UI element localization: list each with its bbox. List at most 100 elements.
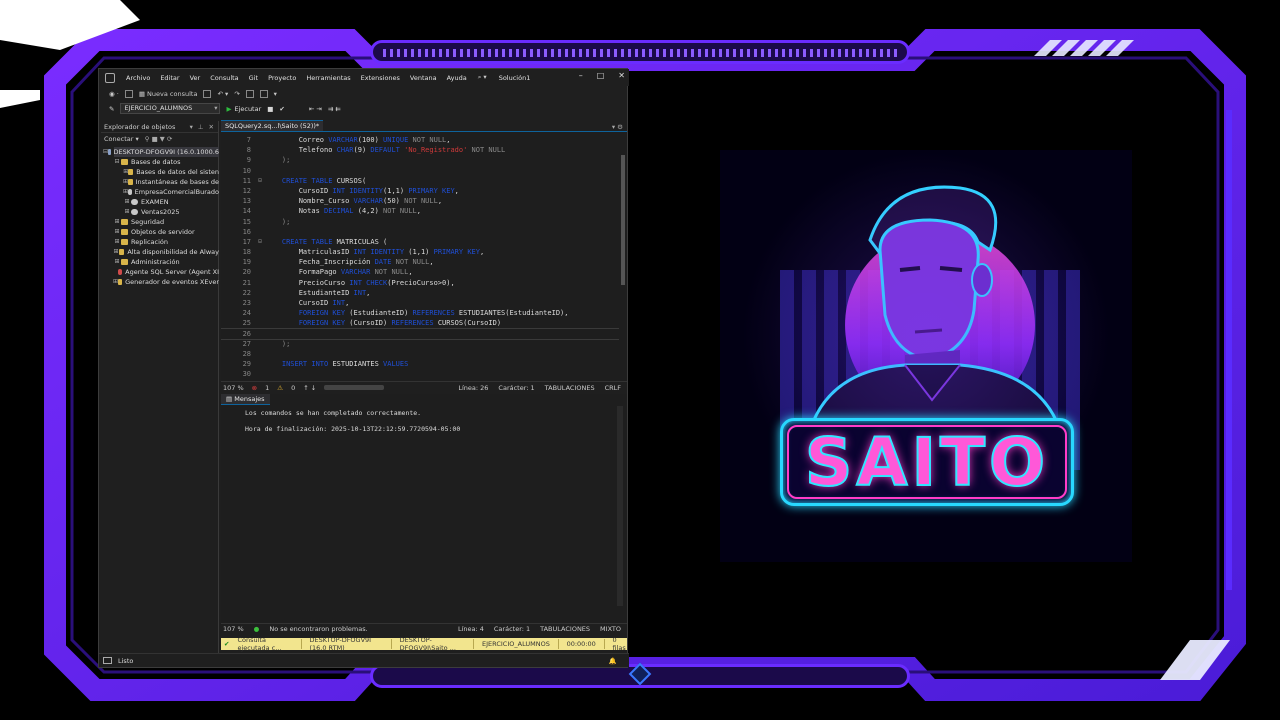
expand-icon[interactable]: ⊞: [113, 227, 121, 237]
tree-item[interactable]: ⊞ Replicación: [101, 237, 219, 247]
code-line[interactable]: 17 ⊟ CREATE TABLE MATRICULAS (: [221, 237, 621, 247]
code-line[interactable]: 23 CursoID INT,: [221, 298, 621, 308]
code-line[interactable]: 29 INSERT INTO ESTUDIANTES VALUES: [221, 359, 621, 369]
menu-extensiones[interactable]: Extensiones: [356, 74, 405, 82]
fold-icon[interactable]: [255, 359, 265, 369]
save-icon[interactable]: [124, 89, 133, 98]
fold-icon[interactable]: [255, 278, 265, 288]
tree-item[interactable]: ⊞ Objetos de servidor: [101, 227, 219, 237]
code-line[interactable]: 16: [221, 227, 621, 237]
dropdown-icon[interactable]: ▾: [190, 123, 193, 131]
expand-icon[interactable]: ⊞: [113, 237, 121, 247]
tree-item[interactable]: ⊟ DESKTOP-DFOGV9I (16.0.1000.6: [101, 147, 219, 157]
back-icon[interactable]: ◉ ·: [109, 90, 119, 98]
editor-horizontal-scrollbar[interactable]: [324, 385, 385, 390]
fold-icon[interactable]: [255, 308, 265, 318]
fold-icon[interactable]: ⊟: [255, 237, 265, 247]
tree-item[interactable]: ⊞ Bases de datos del sisten: [101, 167, 219, 177]
database-select[interactable]: EJERCICIO_ALUMNOS: [120, 103, 221, 114]
connect-dropdown[interactable]: Conectar ▾: [104, 135, 139, 143]
tree-item[interactable]: ⊞ Generador de eventos XEver: [101, 277, 219, 287]
fold-icon[interactable]: [255, 298, 265, 308]
fold-icon[interactable]: [255, 135, 265, 145]
code-line[interactable]: 7 Correo VARCHAR(100) UNIQUE NOT NULL,: [221, 135, 621, 145]
indent-icon[interactable]: ⇉ ⇇: [328, 105, 341, 113]
warning-icon[interactable]: ⚠: [277, 384, 283, 392]
new-query-button[interactable]: ▦ Nueva consulta: [139, 90, 198, 98]
fold-icon[interactable]: [255, 247, 265, 257]
tree-item[interactable]: ⊞ Seguridad: [101, 217, 219, 227]
code-line[interactable]: 21 PrecioCurso INT CHECK(PrecioCurso>0),: [221, 278, 621, 288]
parse-icon[interactable]: ✔: [279, 105, 284, 113]
tree-item[interactable]: Agente SQL Server (Agent XI: [101, 267, 219, 277]
tree-item[interactable]: ⊟ Bases de datos: [101, 157, 219, 167]
fold-icon[interactable]: [255, 155, 265, 165]
code-line[interactable]: 25 FOREIGN KEY (CursoID) REFERENCES CURS…: [221, 318, 621, 328]
code-line[interactable]: 11 ⊟ CREATE TABLE CURSOS(: [221, 176, 621, 186]
menu-ventana[interactable]: Ventana: [405, 74, 442, 82]
collapse-icon[interactable]: ⊟: [113, 157, 121, 167]
undo-icon[interactable]: ↶ ▾: [217, 90, 228, 98]
code-line[interactable]: 26: [221, 327, 621, 340]
code-line[interactable]: 12 CursoID INT IDENTITY(1,1) PRIMARY KEY…: [221, 186, 621, 196]
fold-icon[interactable]: [255, 206, 265, 216]
search-icon[interactable]: ⌕ ▾: [478, 73, 487, 82]
menu-consulta[interactable]: Consulta: [205, 74, 243, 82]
execute-button[interactable]: ▶ Ejecutar: [226, 105, 261, 113]
expand-icon[interactable]: ⊞: [113, 257, 121, 267]
menu-archivo[interactable]: Archivo: [121, 74, 155, 82]
code-line[interactable]: 8 Telefono CHAR(9) DEFAULT 'No_Registrad…: [221, 145, 621, 155]
fold-icon[interactable]: ⊟: [255, 176, 265, 186]
fold-icon[interactable]: [255, 329, 265, 339]
menu-ayuda[interactable]: Ayuda: [442, 74, 472, 82]
expand-icon[interactable]: ⊞: [123, 207, 131, 217]
close-panel-icon[interactable]: ✕: [209, 123, 214, 131]
code-line[interactable]: 30: [221, 369, 621, 379]
close-icon[interactable]: ✕: [618, 71, 625, 80]
menu-proyecto[interactable]: Proyecto: [263, 74, 301, 82]
fold-icon[interactable]: [255, 339, 265, 349]
fold-icon[interactable]: [255, 166, 265, 176]
comment-icon[interactable]: ⇤ ⇥: [309, 105, 322, 113]
editor-zoom[interactable]: 107 %: [223, 384, 244, 392]
overflow-icon[interactable]: ▾: [274, 90, 277, 98]
connect-icon[interactable]: ✎: [109, 105, 114, 113]
maximize-icon[interactable]: □: [597, 71, 605, 80]
notification-icon[interactable]: 🔔: [609, 657, 617, 665]
solution-explorer-icon[interactable]: [259, 89, 268, 98]
stop-icon[interactable]: ■: [267, 105, 273, 113]
code-line[interactable]: 27 );: [221, 339, 621, 349]
code-line[interactable]: 10: [221, 166, 621, 176]
fold-icon[interactable]: [255, 186, 265, 196]
code-line[interactable]: 22 EstudianteID INT,: [221, 288, 621, 298]
tree-item[interactable]: ⊞ Administración: [101, 257, 219, 267]
messages-zoom[interactable]: 107 %: [223, 625, 244, 633]
code-line[interactable]: 20 FormaPago VARCHAR NOT NULL,: [221, 267, 621, 277]
fold-icon[interactable]: [255, 267, 265, 277]
fold-icon[interactable]: [255, 217, 265, 227]
code-line[interactable]: 24 FOREIGN KEY (EstudianteID) REFERENCES…: [221, 308, 621, 318]
fold-icon[interactable]: [255, 257, 265, 267]
fold-icon[interactable]: [255, 196, 265, 206]
expand-icon[interactable]: ⊞: [113, 217, 121, 227]
code-area[interactable]: 7 Correo VARCHAR(100) UNIQUE NOT NULL, 8 …: [221, 135, 621, 380]
error-icon[interactable]: ⊗: [252, 384, 257, 392]
code-line[interactable]: 19 Fecha_Inscripción DATE NOT NULL,: [221, 257, 621, 267]
filter-icon[interactable]: ⚲ ■ ▼ ⟳: [145, 135, 173, 143]
redo-icon[interactable]: ↷: [234, 90, 239, 98]
minimize-icon[interactable]: –: [579, 71, 583, 80]
tree-item[interactable]: ⊞ EXAMEN: [101, 197, 219, 207]
editor-vertical-scrollbar[interactable]: [619, 135, 627, 380]
fold-icon[interactable]: [255, 145, 265, 155]
fold-icon[interactable]: [255, 369, 265, 379]
fold-icon[interactable]: [255, 318, 265, 328]
fold-icon[interactable]: [255, 288, 265, 298]
nav-arrows-icon[interactable]: ↑ ↓: [303, 384, 316, 392]
tree-item[interactable]: ⊞ Alta disponibilidad de Alway: [101, 247, 219, 257]
expand-icon[interactable]: ⊞: [123, 197, 131, 207]
code-line[interactable]: 28: [221, 349, 621, 359]
menu-editar[interactable]: Editar: [155, 74, 184, 82]
tree-item[interactable]: ⊞ Ventas2025: [101, 207, 219, 217]
code-line[interactable]: 15 );: [221, 217, 621, 227]
db-engine-query-icon[interactable]: [203, 89, 212, 98]
